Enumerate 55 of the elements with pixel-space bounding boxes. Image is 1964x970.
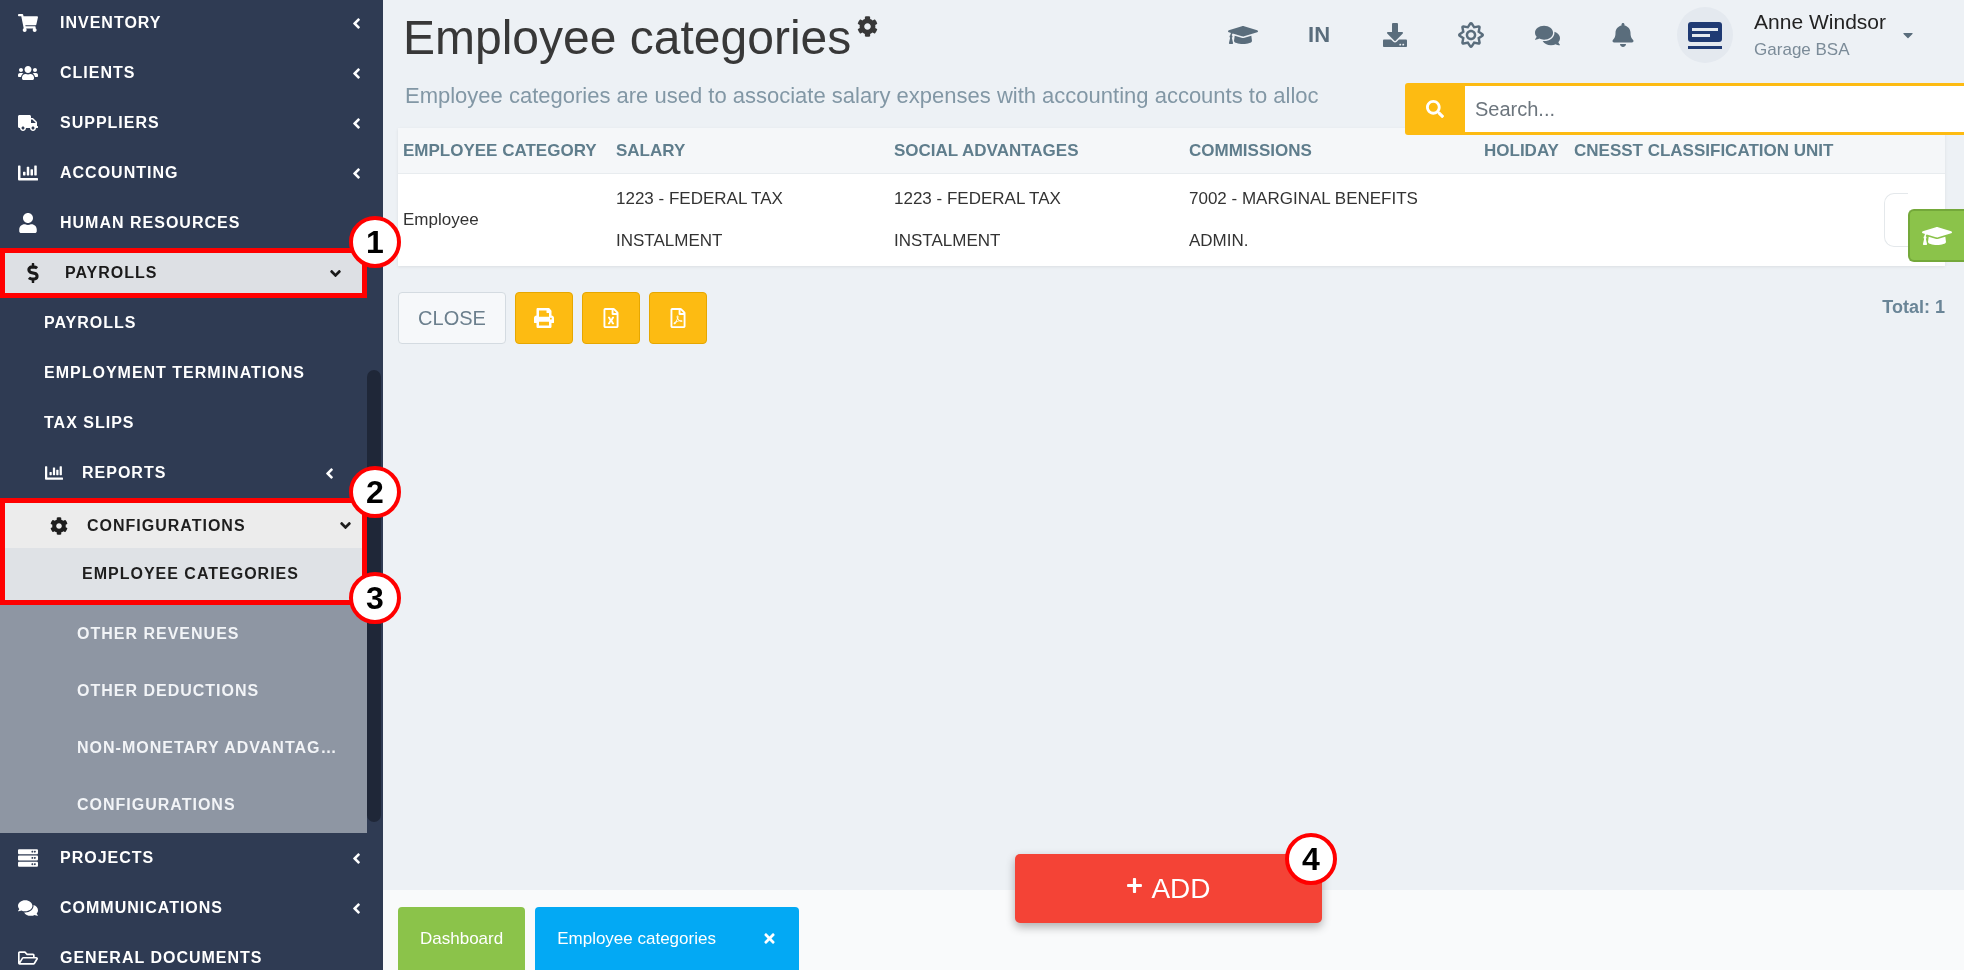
table-cell-text: 1223 - FEDERAL TAX INSTALMENT	[615, 188, 784, 252]
sidebar-item[interactable]: INVENTORY	[0, 0, 383, 48]
total-count: Total: 1	[1882, 296, 1945, 319]
printer-icon	[534, 308, 554, 328]
logo-avatar-icon[interactable]	[1677, 7, 1734, 63]
truck-icon	[18, 113, 38, 133]
gear-icon	[50, 516, 68, 535]
company-name: Garage BSA	[1754, 39, 1851, 61]
plus-icon	[1126, 877, 1144, 894]
column-header: SALARY	[615, 139, 687, 162]
table-cell-text: 7002 - MARGINAL BENEFITS ADMIN.	[1188, 188, 1419, 252]
sidebar-item[interactable]: ACCOUNTING	[0, 148, 383, 198]
download-icon[interactable]	[1383, 23, 1408, 47]
folder-icon	[18, 948, 38, 968]
cart-icon	[18, 13, 38, 33]
user-name: Anne Windsor	[1754, 9, 1886, 35]
sidebar-item[interactable]: GENERAL DOCUMENTS	[0, 933, 345, 970]
bar-chart-icon	[18, 163, 38, 183]
server-icon	[18, 848, 38, 868]
language-button[interactable]: IN	[1308, 22, 1331, 48]
column-header: SOCIAL ADVANTAGES	[893, 139, 1080, 162]
spreadsheet-file-icon	[601, 308, 621, 328]
sidebar-subitem[interactable]: EMPLOYEE CATEGORIES	[0, 548, 367, 605]
search-icon	[1426, 100, 1444, 118]
sidebar-subitem[interactable]: EMPLOYMENT TERMINATIONS	[0, 348, 346, 398]
page-description: Employee categories are used to associate salary expenses with accounting accounts to alloc	[404, 82, 1319, 110]
pdf-file-icon	[668, 308, 688, 328]
page-title: Employee categories	[403, 10, 852, 66]
sidebar-subitem[interactable]: PAYROLLS	[0, 298, 346, 348]
search-field[interactable]: Search...	[1465, 83, 1964, 135]
sidebar-item[interactable]: COMMUNICATIONS	[0, 883, 383, 933]
column-header: COMMISSIONS	[1188, 139, 1313, 162]
sidebar-item[interactable]: CLIENTS	[0, 48, 383, 98]
sidebar-subitem[interactable]: REPORTS	[0, 448, 346, 498]
step-callout: 4	[1285, 833, 1337, 885]
chat-icon	[18, 898, 38, 918]
close-button[interactable]: CLOSE	[398, 292, 506, 344]
table-cell-text: Employee	[402, 209, 480, 231]
sidebar-item[interactable]: PAYROLLS	[0, 248, 367, 298]
users-icon	[18, 63, 38, 83]
table-cell-text: 1223 - FEDERAL TAX INSTALMENT	[893, 188, 1062, 252]
sidebar-subitem[interactable]: CONFIGURATIONS	[0, 498, 367, 548]
sidebar-subitem[interactable]: TAX SLIPS	[0, 398, 346, 448]
sidebar-item[interactable]: SUPPLIERS	[0, 98, 383, 148]
sun-icon[interactable]	[1458, 22, 1485, 48]
column-header: HOLIDAY	[1483, 139, 1560, 162]
column-header: EMPLOYEE CATEGORY	[402, 139, 598, 162]
user-icon	[18, 213, 38, 233]
sidebar-item[interactable]: HUMAN RESOURCES	[0, 198, 345, 248]
bar-chart-icon	[45, 464, 63, 482]
gear-icon[interactable]	[857, 16, 879, 37]
sidebar-item[interactable]: PROJECTS	[0, 833, 383, 883]
side-tab-button[interactable]	[1908, 209, 1964, 262]
column-header: CNESST CLASSIFICATION UNIT	[1573, 139, 1835, 162]
bell-icon[interactable]	[1611, 23, 1636, 47]
